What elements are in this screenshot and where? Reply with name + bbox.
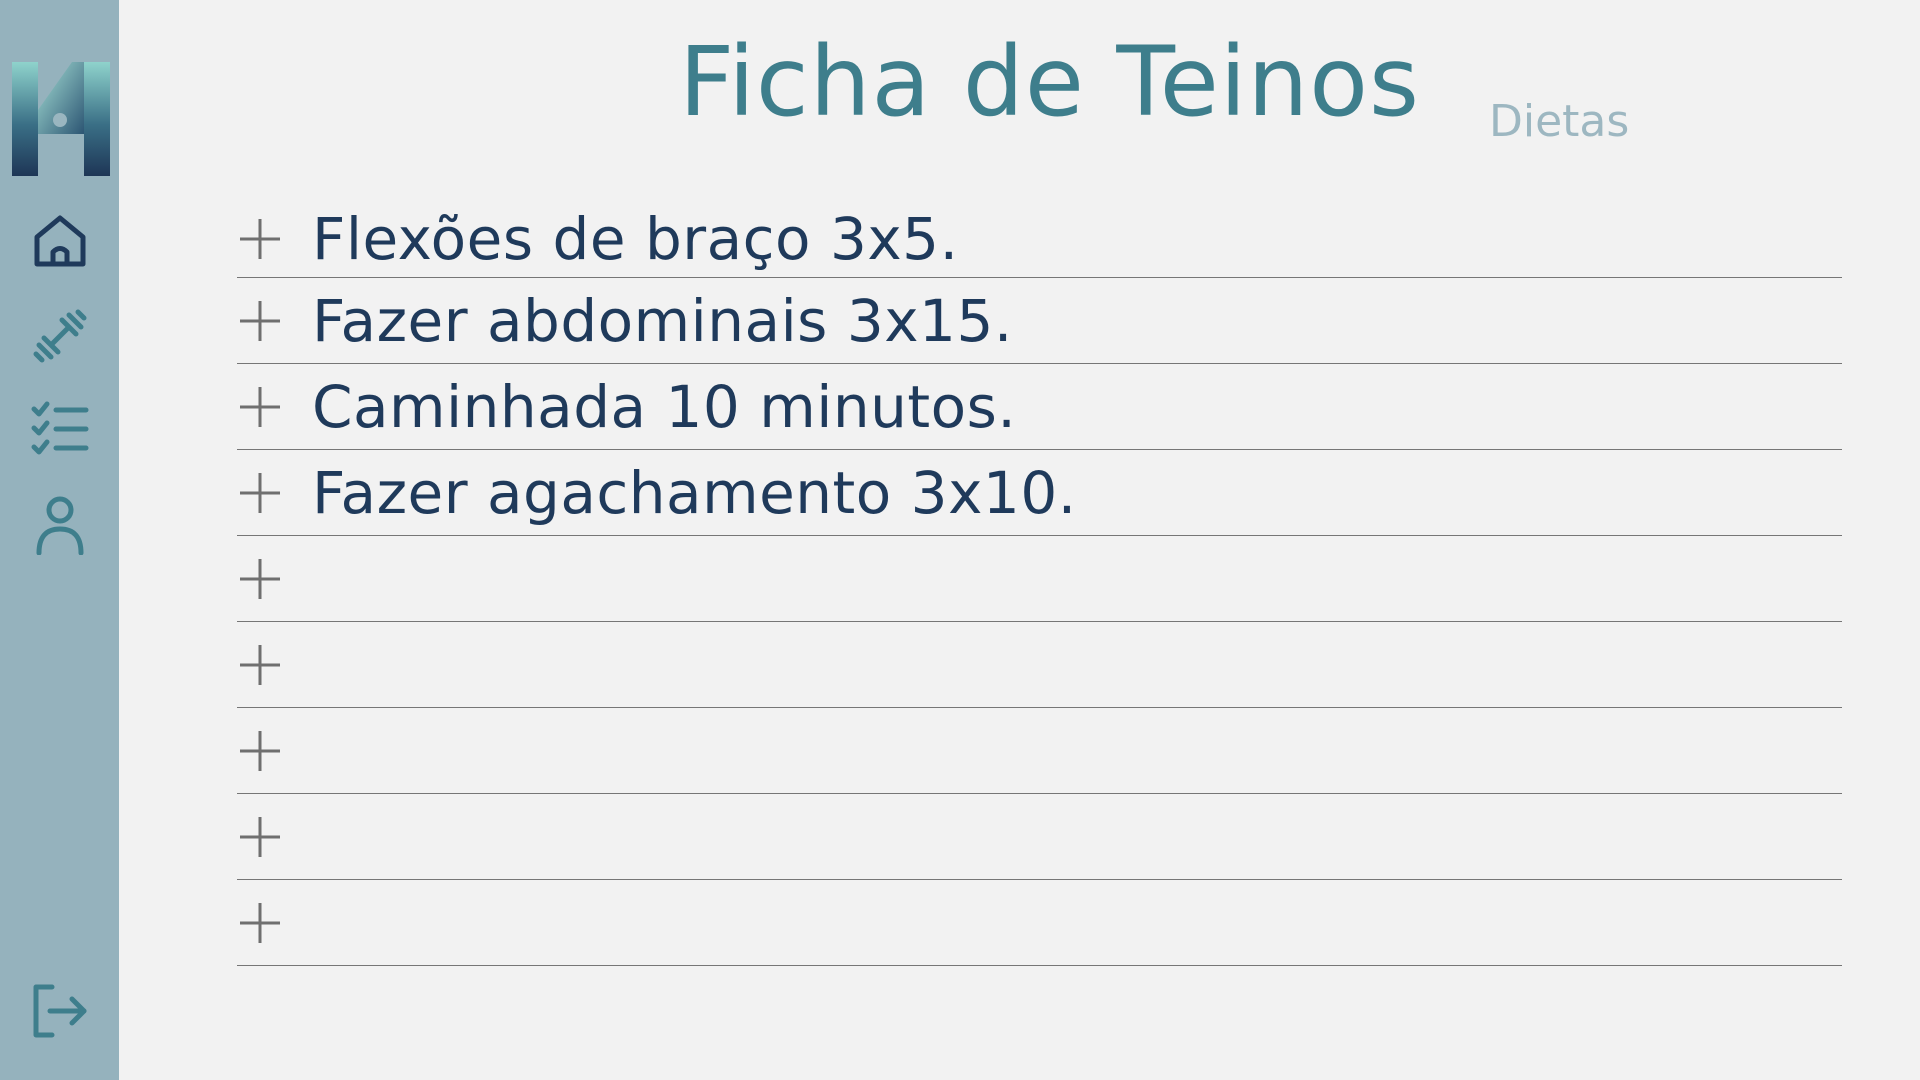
task-row[interactable]: Fazer agachamento 3x10.	[237, 450, 1842, 536]
add-icon[interactable]	[238, 643, 282, 687]
tab-dietas[interactable]: Dietas	[1489, 96, 1629, 147]
main-content: Ficha de Teinos Dietas Flexões de braço …	[119, 0, 1920, 1080]
task-row[interactable]	[237, 880, 1842, 966]
add-icon[interactable]	[238, 557, 282, 601]
task-text: Fazer agachamento 3x10.	[312, 458, 1077, 527]
add-icon[interactable]	[238, 815, 282, 859]
task-row[interactable]	[237, 536, 1842, 622]
checklist-icon[interactable]	[29, 398, 91, 460]
task-list: Flexões de braço 3x5. Fazer abdominais 3…	[237, 200, 1842, 966]
sidebar	[0, 0, 119, 1080]
task-text: Flexões de braço 3x5.	[312, 204, 959, 273]
page-title: Ficha de Teinos	[679, 26, 1421, 138]
add-icon[interactable]	[238, 299, 282, 343]
task-row[interactable]: Flexões de braço 3x5.	[237, 200, 1842, 278]
add-icon[interactable]	[238, 901, 282, 945]
add-icon[interactable]	[238, 217, 282, 261]
logout-icon[interactable]	[29, 980, 91, 1042]
task-row[interactable]: Fazer abdominais 3x15.	[237, 278, 1842, 364]
task-row[interactable]	[237, 708, 1842, 794]
task-row[interactable]: Caminhada 10 minutos.	[237, 364, 1842, 450]
user-icon[interactable]	[29, 494, 91, 556]
add-icon[interactable]	[238, 471, 282, 515]
logo-icon	[12, 62, 110, 176]
task-row[interactable]	[237, 622, 1842, 708]
add-icon[interactable]	[238, 729, 282, 773]
home-icon[interactable]	[29, 210, 91, 272]
task-row[interactable]	[237, 794, 1842, 880]
dumbbell-icon[interactable]	[29, 305, 91, 367]
task-text: Caminhada 10 minutos.	[312, 372, 1017, 441]
task-text: Fazer abdominais 3x15.	[312, 286, 1013, 355]
add-icon[interactable]	[238, 385, 282, 429]
